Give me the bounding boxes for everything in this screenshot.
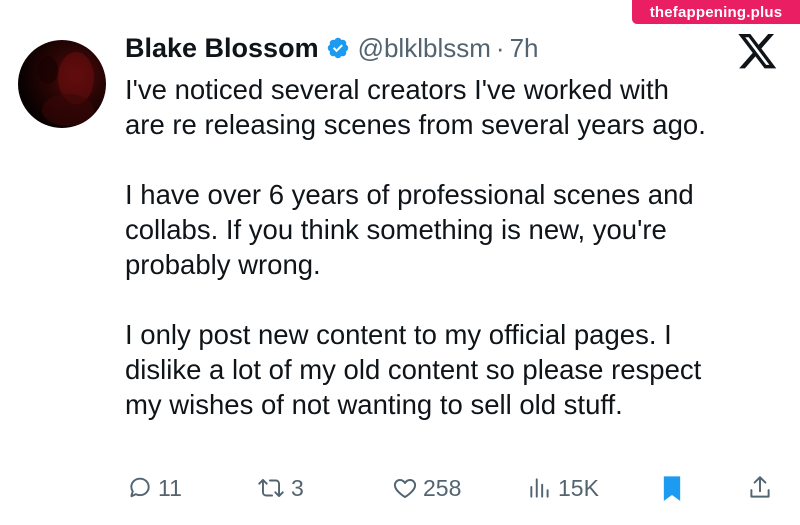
avatar[interactable] — [18, 40, 106, 128]
share-icon — [750, 476, 770, 498]
bookmark-button[interactable] — [660, 470, 684, 506]
views-button[interactable]: 15K — [527, 470, 599, 506]
repost-icon — [258, 479, 284, 498]
user-handle[interactable]: @blklblssm — [358, 33, 491, 64]
timestamp[interactable]: 7h — [510, 33, 539, 64]
reply-count: 11 — [158, 474, 182, 501]
share-button[interactable] — [747, 470, 773, 506]
tweet-paragraph: I only post new content to my official p… — [125, 319, 702, 420]
x-logo-icon — [738, 34, 778, 70]
separator-dot: · — [495, 32, 505, 63]
tweet-paragraph: I have over 6 years of professional scen… — [125, 179, 694, 280]
heart-icon — [393, 479, 417, 498]
watermark: thefappening.plus — [632, 0, 800, 24]
like-button[interactable]: 258 — [392, 470, 461, 506]
avatar-image — [38, 52, 94, 126]
reply-button[interactable]: 11 — [127, 470, 182, 506]
tweet-paragraph: I've noticed several creators I've worke… — [125, 74, 706, 140]
display-name[interactable]: Blake Blossom — [125, 33, 319, 64]
verified-badge-icon — [326, 36, 350, 60]
tweet-actions: 11 3 258 15K — [0, 470, 800, 506]
like-count: 258 — [423, 474, 462, 501]
bookmark-icon — [663, 476, 681, 501]
tweet-header: Blake Blossom @blklblssm · 7h — [125, 30, 538, 66]
reply-icon — [130, 477, 150, 498]
tweet-text: I've noticed several creators I've worke… — [125, 72, 785, 422]
views-icon — [530, 478, 549, 498]
views-count: 15K — [558, 474, 599, 501]
repost-count: 3 — [291, 474, 304, 501]
repost-button[interactable]: 3 — [256, 470, 304, 506]
